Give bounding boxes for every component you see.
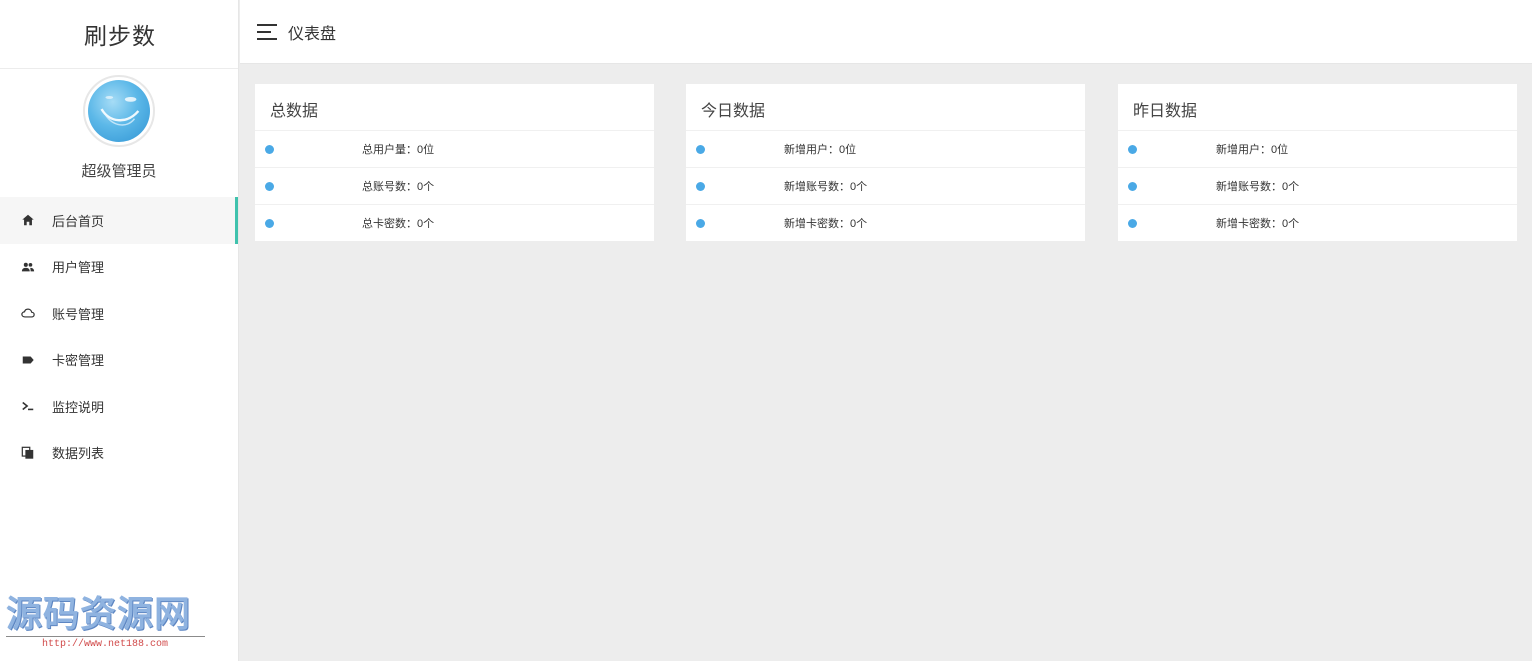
avatar-image xyxy=(88,80,150,142)
users-icon xyxy=(20,259,36,275)
bullet-dot-icon xyxy=(265,218,274,228)
card-title: 今日数据 xyxy=(701,103,766,120)
stat-yesterday-new-cards: 新增卡密数：0个 xyxy=(1216,218,1300,230)
bullet-dot-icon xyxy=(696,218,705,228)
sidebar-item-data-list[interactable]: 数据列表 xyxy=(0,430,238,477)
bullet-dot-icon xyxy=(265,144,274,154)
bullet-dot-icon xyxy=(265,181,274,191)
sidebar-item-dashboard[interactable]: 后台首页 xyxy=(0,197,238,244)
sidebar-item-monitor[interactable]: 监控说明 xyxy=(0,383,238,430)
sidebar-item-users[interactable]: 用户管理 xyxy=(0,244,238,291)
stat-row: 总账号数：0个 xyxy=(255,167,654,204)
sidebar-item-label: 卡密管理 xyxy=(52,353,105,369)
card-title: 昨日数据 xyxy=(1133,103,1198,120)
stat-today-new-accounts: 新增账号数：0个 xyxy=(784,181,868,193)
sidebar-item-cards[interactable]: 卡密管理 xyxy=(0,337,238,384)
sidebar-item-label: 后台首页 xyxy=(52,213,105,229)
watermark-url: http://www.net188.com xyxy=(42,639,169,650)
stat-row: 新增用户：0位 xyxy=(1118,130,1517,167)
menu-toggle-icon[interactable] xyxy=(257,23,277,40)
sidebar-nav: 后台首页 用户管理 账号管理 卡密管理 监控说明 数据列表 xyxy=(0,197,238,476)
card-title: 总数据 xyxy=(270,103,319,120)
top-header: 仪表盘 xyxy=(240,0,1532,64)
avatar[interactable] xyxy=(83,75,155,147)
cloud-icon xyxy=(20,305,36,321)
stat-total-accounts: 总账号数：0个 xyxy=(362,181,435,193)
stat-row: 新增用户：0位 xyxy=(686,130,1085,167)
watermark-divider xyxy=(6,636,205,637)
page-title: 仪表盘 xyxy=(288,25,337,43)
bullet-dot-icon xyxy=(1128,181,1137,191)
card-yesterday-data: 昨日数据 新增用户：0位 新增账号数：0个 新增卡密数：0个 xyxy=(1118,84,1517,241)
stat-row: 新增账号数：0个 xyxy=(686,167,1085,204)
bullet-dot-icon xyxy=(1128,218,1137,228)
sidebar-item-accounts[interactable]: 账号管理 xyxy=(0,290,238,337)
sidebar: 刷步数 超级管理员 后台首页 用户管理 账号管理 卡密管理 监控说明 数据列表 … xyxy=(0,0,239,661)
stat-row: 新增账号数：0个 xyxy=(1118,167,1517,204)
watermark: 源码资源网 http://www.net188.com xyxy=(6,592,206,650)
avatar-art xyxy=(100,95,140,126)
profile: 超级管理员 xyxy=(0,69,238,197)
sidebar-item-label: 用户管理 xyxy=(52,260,105,276)
stat-today-new-users: 新增用户：0位 xyxy=(784,144,857,156)
stat-total-cards: 总卡密数：0个 xyxy=(362,218,435,230)
stat-total-users: 总用户量：0位 xyxy=(362,144,435,156)
stat-row: 新增卡密数：0个 xyxy=(1118,204,1517,241)
watermark-text: 源码资源网 xyxy=(6,593,192,635)
stat-yesterday-new-accounts: 新增账号数：0个 xyxy=(1216,181,1300,193)
sidebar-item-label: 账号管理 xyxy=(52,306,105,322)
stat-row: 总用户量：0位 xyxy=(255,130,654,167)
sidebar-item-label: 监控说明 xyxy=(52,399,105,415)
copy-icon xyxy=(20,445,36,461)
tag-icon xyxy=(20,352,36,368)
stat-today-new-cards: 新增卡密数：0个 xyxy=(784,218,868,230)
user-role: 超级管理员 xyxy=(81,163,157,180)
bullet-dot-icon xyxy=(696,144,705,154)
stat-yesterday-new-users: 新增用户：0位 xyxy=(1216,144,1289,156)
brand: 刷步数 xyxy=(0,0,238,69)
bullet-dot-icon xyxy=(696,181,705,191)
sidebar-item-label: 数据列表 xyxy=(52,446,105,462)
bullet-dot-icon xyxy=(1128,144,1137,154)
stat-row: 新增卡密数：0个 xyxy=(686,204,1085,241)
card-total-data: 总数据 总用户量：0位 总账号数：0个 总卡密数：0个 xyxy=(255,84,654,241)
home-icon xyxy=(20,212,36,228)
card-today-data: 今日数据 新增用户：0位 新增账号数：0个 新增卡密数：0个 xyxy=(686,84,1085,241)
stat-row: 总卡密数：0个 xyxy=(255,204,654,241)
brand-title: 刷步数 xyxy=(84,23,156,49)
terminal-icon xyxy=(20,398,36,414)
